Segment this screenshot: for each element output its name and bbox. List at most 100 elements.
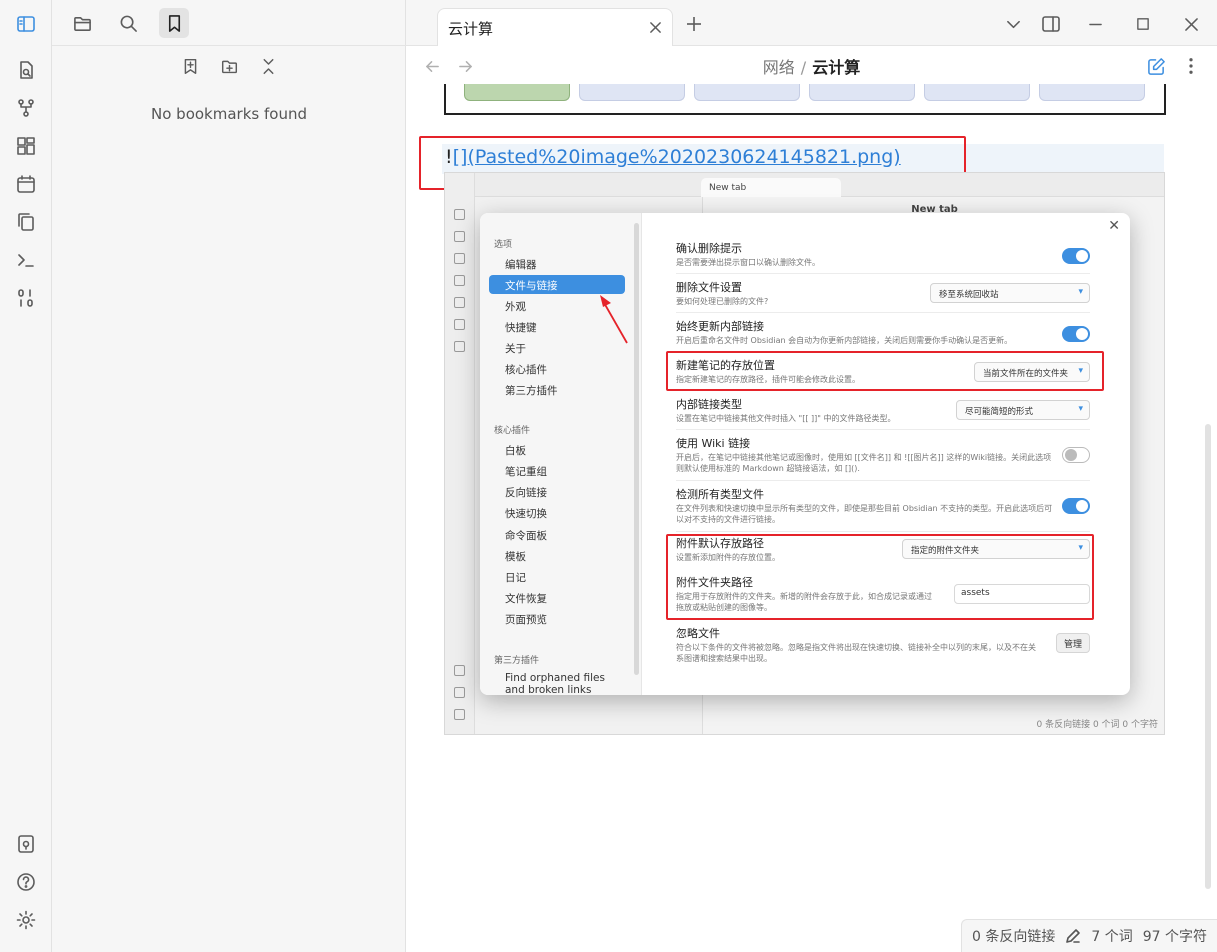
tab-bar: 云计算 bbox=[406, 0, 1217, 46]
nav-item: Find orphaned files and broken links bbox=[505, 672, 605, 695]
new-bookmark-group-icon[interactable] bbox=[217, 54, 241, 78]
image-thumb bbox=[809, 84, 915, 101]
breadcrumb-parent[interactable]: 网络 bbox=[763, 58, 795, 77]
setting-row: 内部链接类型 设置在笔记中链接其他文件时插入 "[[ ]]" 中的文件路径类型。… bbox=[676, 396, 1090, 430]
search-icon[interactable] bbox=[113, 8, 143, 38]
left-ribbon bbox=[0, 0, 52, 952]
close-tab-icon[interactable] bbox=[646, 18, 664, 36]
setting-desc: 开启后，在笔记中链接其他笔记或图像时，使用如 [[文件名]] 和 ![[图片名]… bbox=[676, 453, 1052, 473]
shot-status: 0 条反向链接 0 个词 0 个字符 bbox=[1036, 720, 1158, 730]
more-options-icon[interactable] bbox=[1180, 55, 1202, 77]
setting-desc: 开启后重命名文件时 Obsidian 会自动为你更新内部链接，关闭后则需要你手动… bbox=[676, 336, 1013, 345]
nav-item: 快速切换 bbox=[505, 508, 547, 520]
maximize-icon[interactable] bbox=[1130, 11, 1156, 37]
dropdown: 尽可能简短的形式 bbox=[956, 400, 1090, 420]
files-folder-icon[interactable] bbox=[67, 8, 97, 38]
bookmark-actions bbox=[52, 54, 406, 78]
setting-name: 删除文件设置 bbox=[676, 281, 742, 294]
setting-name: 检测所有类型文件 bbox=[676, 488, 764, 501]
setting-name: 确认删除提示 bbox=[676, 242, 742, 255]
nav-group-core: 核心插件 bbox=[494, 426, 531, 436]
edit-mode-pencil-icon[interactable] bbox=[1145, 55, 1167, 77]
nav-item: 命令面板 bbox=[505, 530, 547, 542]
setting-name: 使用 Wiki 链接 bbox=[676, 437, 751, 450]
annotation-arrow bbox=[600, 295, 628, 344]
setting-row: 始终更新内部链接 开启后重命名文件时 Obsidian 会自动为你更新内部链接，… bbox=[676, 318, 1090, 352]
help-icon[interactable] bbox=[14, 870, 38, 894]
image-thumb bbox=[924, 84, 1030, 101]
nav-item: 白板 bbox=[505, 445, 526, 457]
view-header: 网络 / 云计算 bbox=[406, 46, 1217, 84]
editor-scrollbar[interactable] bbox=[1205, 424, 1211, 889]
setting-name: 始终更新内部链接 bbox=[676, 320, 764, 333]
nav-item: 编辑器 bbox=[505, 259, 537, 271]
shot-titlebar: New tab bbox=[445, 173, 1164, 197]
nav-item: 第三方插件 bbox=[505, 385, 558, 397]
editor-content[interactable]: ![](Pasted%20image%2020230624145821.png)… bbox=[406, 84, 1217, 952]
toggle-switch bbox=[1062, 248, 1090, 264]
nav-item: 页面预览 bbox=[505, 614, 547, 626]
templates-copy-icon[interactable] bbox=[14, 210, 38, 234]
setting-row: 检测所有类型文件 在文件列表和快速切换中显示所有类型的文件，即使是那些目前 Ob… bbox=[676, 486, 1090, 532]
setting-name: 内部链接类型 bbox=[676, 398, 742, 411]
image-thumb bbox=[1039, 84, 1145, 101]
main-workspace: 云计算 网络 / 云计算 ![](Pasted%20image%20202306… bbox=[406, 0, 1217, 952]
bookmarks-icon[interactable] bbox=[159, 8, 189, 38]
word-count: 7 个词 bbox=[1091, 929, 1133, 945]
setting-name: 忽略文件 bbox=[676, 627, 720, 640]
nav-item: 反向链接 bbox=[505, 487, 547, 499]
right-sidebar-toggle-icon[interactable] bbox=[1038, 11, 1064, 37]
collapse-all-icon[interactable] bbox=[256, 54, 280, 78]
nav-group-options: 选项 bbox=[494, 240, 513, 250]
image-thumb bbox=[694, 84, 800, 101]
manage-button: 管理 bbox=[1056, 633, 1090, 653]
embedded-settings-screenshot: New tab New tab 0 条反向链接 0 个词 0 个字符 选项 编辑… bbox=[444, 172, 1165, 735]
canvas-icon[interactable] bbox=[14, 134, 38, 158]
dropdown: 移至系统回收站 bbox=[930, 283, 1090, 303]
breadcrumb-current[interactable]: 云计算 bbox=[812, 58, 860, 77]
new-tab-plus-icon[interactable] bbox=[682, 12, 706, 36]
nav-item: 日记 bbox=[505, 572, 526, 584]
previous-embedded-image bbox=[444, 84, 1166, 115]
sidebar-toggle-icon[interactable] bbox=[14, 12, 38, 36]
breadcrumb-separator: / bbox=[800, 58, 807, 77]
minimize-icon[interactable] bbox=[1082, 11, 1108, 37]
setting-desc: 符合以下条件的文件将被忽略。忽略是指文件将出现在快速切换、链接补全中以列的末尾，… bbox=[676, 643, 1036, 663]
add-bookmark-icon[interactable] bbox=[178, 54, 202, 78]
command-palette-icon[interactable] bbox=[14, 248, 38, 272]
tab-list-chevron-down-icon[interactable] bbox=[1000, 11, 1026, 37]
setting-desc: 在文件列表和快速切换中显示所有类型的文件，即使是那些目前 Obsidian 不支… bbox=[676, 504, 1053, 524]
image-thumb bbox=[579, 84, 685, 101]
sidebar-header bbox=[52, 0, 406, 46]
setting-row: 确认删除提示 是否需要弹出提示窗口以确认删除文件。 bbox=[676, 240, 1090, 274]
setting-row: 删除文件设置 要如何处理已删除的文件? 移至系统回收站 bbox=[676, 279, 1090, 313]
annotation-red-box bbox=[666, 534, 1094, 620]
setting-desc: 是否需要弹出提示窗口以确认删除文件。 bbox=[676, 258, 820, 267]
settings-dialog: 选项 编辑器 文件与链接 外观 快捷键 关于 核心插件 第三方插件 核心插件 白… bbox=[480, 213, 1130, 695]
nav-item: 模板 bbox=[505, 551, 526, 563]
nav-group-third: 第三方插件 bbox=[494, 656, 540, 666]
vault-switcher-icon[interactable] bbox=[14, 832, 38, 856]
tab-title: 云计算 bbox=[448, 20, 494, 38]
tab-cloud-computing[interactable]: 云计算 bbox=[437, 8, 673, 46]
graph-view-icon[interactable] bbox=[14, 96, 38, 120]
no-bookmarks-message: No bookmarks found bbox=[151, 105, 307, 123]
shot-tab: New tab bbox=[701, 178, 841, 197]
setting-row: 使用 Wiki 链接 开启后，在笔记中链接其他笔记或图像时，使用如 [[文件名]… bbox=[676, 435, 1090, 481]
toggle-switch bbox=[1062, 326, 1090, 342]
nav-item-selected: 文件与链接 bbox=[489, 275, 625, 294]
dialog-close-icon: ✕ bbox=[1108, 218, 1120, 234]
backlinks-count[interactable]: 0 条反向链接 bbox=[972, 926, 1055, 946]
image-thumb bbox=[464, 84, 570, 101]
char-count: 97 个字符 bbox=[1142, 929, 1207, 945]
close-window-icon[interactable] bbox=[1178, 11, 1204, 37]
daily-note-calendar-icon[interactable] bbox=[14, 172, 38, 196]
binary-icon[interactable] bbox=[14, 286, 38, 310]
settings-gear-icon[interactable] bbox=[14, 908, 38, 932]
settings-nav: 选项 编辑器 文件与链接 外观 快捷键 关于 核心插件 第三方插件 核心插件 白… bbox=[480, 213, 642, 695]
left-sidebar: No bookmarks found bbox=[52, 0, 406, 952]
open-quick-switcher-icon[interactable] bbox=[14, 58, 38, 82]
nav-item: 文件恢复 bbox=[505, 593, 547, 605]
setting-row: 忽略文件 符合以下条件的文件将被忽略。忽略是指文件将出现在快速切换、链接补全中以… bbox=[676, 625, 1090, 669]
edit-pencil-icon[interactable] bbox=[1065, 928, 1081, 944]
